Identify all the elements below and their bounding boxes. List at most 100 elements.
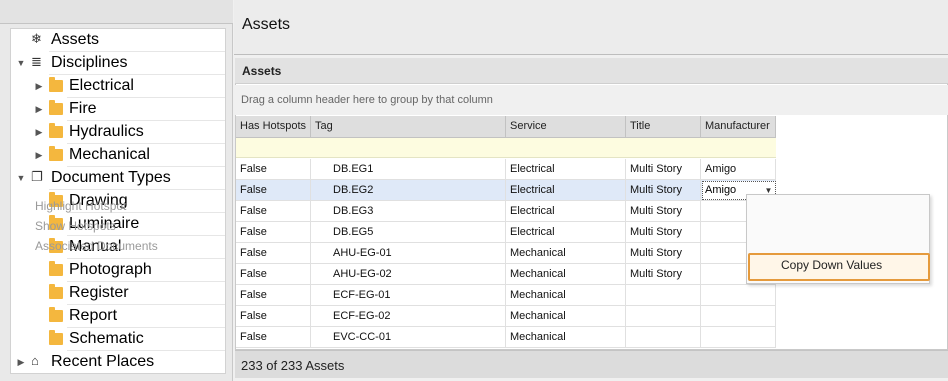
tree-item-label: Disciplines (49, 52, 225, 75)
column-header-tag[interactable]: Tag (311, 116, 506, 138)
tree-item-recent-places[interactable]: ▶ ⌂ Recent Places (11, 351, 225, 373)
tree-item-disciplines[interactable]: ▼ ≣ Disciplines (11, 52, 225, 75)
cell-tag[interactable]: DB.EG5 (311, 222, 506, 243)
cell-title[interactable] (626, 327, 701, 348)
record-count: 233 of 233 Assets (241, 358, 345, 373)
expand-arrow-icon[interactable]: ▶ (16, 355, 26, 369)
expand-arrow-icon[interactable]: ▶ (34, 125, 44, 139)
cell-title[interactable]: Multi Story (626, 222, 701, 243)
cell-title[interactable] (626, 285, 701, 306)
tree-item-label: Recent Places (49, 351, 225, 373)
cell-title[interactable] (626, 306, 701, 327)
column-header-title[interactable]: Title (626, 116, 701, 138)
menu-item-copy-down-values[interactable]: Copy Down Values (781, 258, 882, 272)
cell-tag[interactable]: AHU-EG-01 (311, 243, 506, 264)
folder-icon (49, 284, 63, 300)
cell-tag[interactable]: DB.EG2 (311, 180, 506, 201)
filter-row[interactable] (236, 138, 776, 158)
cell-service[interactable]: Mechanical (506, 306, 626, 327)
tree-item-fire[interactable]: ▶ Fire (11, 98, 225, 121)
cell-title[interactable]: Multi Story (626, 180, 701, 201)
tree-item-label: Electrical (67, 75, 225, 98)
cell-has-hotspots[interactable]: False (236, 180, 311, 201)
grid-caption-bar: Assets (235, 58, 948, 84)
cell-tag[interactable]: DB.EG3 (311, 201, 506, 222)
menu-item-associated-documents[interactable]: Associated Documents (35, 239, 158, 253)
tree-item-electrical[interactable]: ▶ Electrical (11, 75, 225, 98)
cell-service[interactable]: Electrical (506, 201, 626, 222)
cell-title[interactable]: Multi Story (626, 243, 701, 264)
tree-item-document-types[interactable]: ▼ ❐ Document Types (11, 167, 225, 190)
cell-tag[interactable]: ECF-EG-01 (311, 285, 506, 306)
cell-has-hotspots[interactable]: False (236, 222, 311, 243)
cell-has-hotspots[interactable]: False (236, 306, 311, 327)
navigation-panel-toolbar (0, 0, 233, 24)
tree-item-label: Hydraulics (67, 121, 225, 144)
folder-icon (49, 100, 63, 116)
cell-has-hotspots[interactable]: False (236, 243, 311, 264)
expand-arrow-icon[interactable]: ▶ (34, 102, 44, 116)
tree-item-label: Assets (49, 29, 225, 52)
cell-title[interactable]: Multi Story (626, 201, 701, 222)
cell-service[interactable]: Mechanical (506, 264, 626, 285)
cell-has-hotspots[interactable]: False (236, 159, 311, 180)
group-by-hint: Drag a column header here to group by th… (241, 94, 493, 106)
tree-item-assets[interactable]: ❄ Assets (11, 29, 225, 52)
cell-manufacturer[interactable] (701, 327, 776, 348)
cell-tag[interactable]: AHU-EG-02 (311, 264, 506, 285)
tree-item-schematic[interactable]: Schematic (11, 328, 225, 351)
cell-service[interactable]: Mechanical (506, 327, 626, 348)
tree-item-hydraulics[interactable]: ▶ Hydraulics (11, 121, 225, 144)
cell-service[interactable]: Electrical (506, 180, 626, 201)
column-header-has-hotspots[interactable]: Has Hotspots (236, 116, 311, 138)
tree-item-label: Mechanical (67, 144, 225, 167)
document-list-icon: ≣ (31, 54, 42, 69)
collapse-arrow-icon[interactable]: ▼ (16, 56, 26, 70)
cell-service[interactable]: Mechanical (506, 285, 626, 306)
tree-item-label: Register (67, 282, 225, 305)
cell-service[interactable]: Electrical (506, 159, 626, 180)
menu-item-highlight-hotspot[interactable]: Highlight Hotspot (35, 199, 126, 213)
cell-tag[interactable]: ECF-EG-02 (311, 306, 506, 327)
expand-arrow-icon[interactable]: ▶ (34, 79, 44, 93)
cell-tag[interactable]: EVC-CC-01 (311, 327, 506, 348)
page-title: Assets (242, 16, 291, 33)
tree-item-register[interactable]: Register (11, 282, 225, 305)
snowflake-icon: ❄ (31, 31, 42, 46)
cell-title[interactable]: Multi Story (626, 159, 701, 180)
cell-manufacturer[interactable]: Amigo (701, 159, 776, 180)
collapse-arrow-icon[interactable]: ▼ (16, 171, 26, 185)
column-header-manufacturer[interactable]: Manufacturer (701, 116, 776, 138)
group-by-panel[interactable]: Drag a column header here to group by th… (235, 85, 948, 115)
cell-has-hotspots[interactable]: False (236, 285, 311, 306)
tree-item-mechanical[interactable]: ▶ Mechanical (11, 144, 225, 167)
cell-has-hotspots[interactable]: False (236, 201, 311, 222)
folder-icon (49, 77, 63, 93)
page-header (234, 0, 948, 55)
tree-item-photograph[interactable]: Photograph (11, 259, 225, 282)
grid-caption: Assets (242, 64, 282, 78)
cell-title[interactable]: Multi Story (626, 264, 701, 285)
tree-item-label: Photograph (67, 259, 225, 282)
manufacturer-editor-value: Amigo (705, 184, 737, 196)
tree-item-report[interactable]: Report (11, 305, 225, 328)
cell-has-hotspots[interactable]: False (236, 327, 311, 348)
tree-item-label: Fire (67, 98, 225, 121)
cell-has-hotspots[interactable]: False (236, 264, 311, 285)
cell-manufacturer[interactable] (701, 285, 776, 306)
cell-service[interactable]: Electrical (506, 222, 626, 243)
column-header-service[interactable]: Service (506, 116, 626, 138)
recent-places-icon: ⌂ (31, 353, 39, 368)
cell-service[interactable]: Mechanical (506, 243, 626, 264)
menu-item-show-hotspots[interactable]: Show Hotspots (35, 219, 116, 233)
folder-icon (49, 307, 63, 323)
cell-tag[interactable]: DB.EG1 (311, 159, 506, 180)
tree-item-label: Report (67, 305, 225, 328)
expand-arrow-icon[interactable]: ▶ (34, 148, 44, 162)
cell-manufacturer[interactable] (701, 306, 776, 327)
status-bar: 233 of 233 Assets (235, 350, 948, 378)
